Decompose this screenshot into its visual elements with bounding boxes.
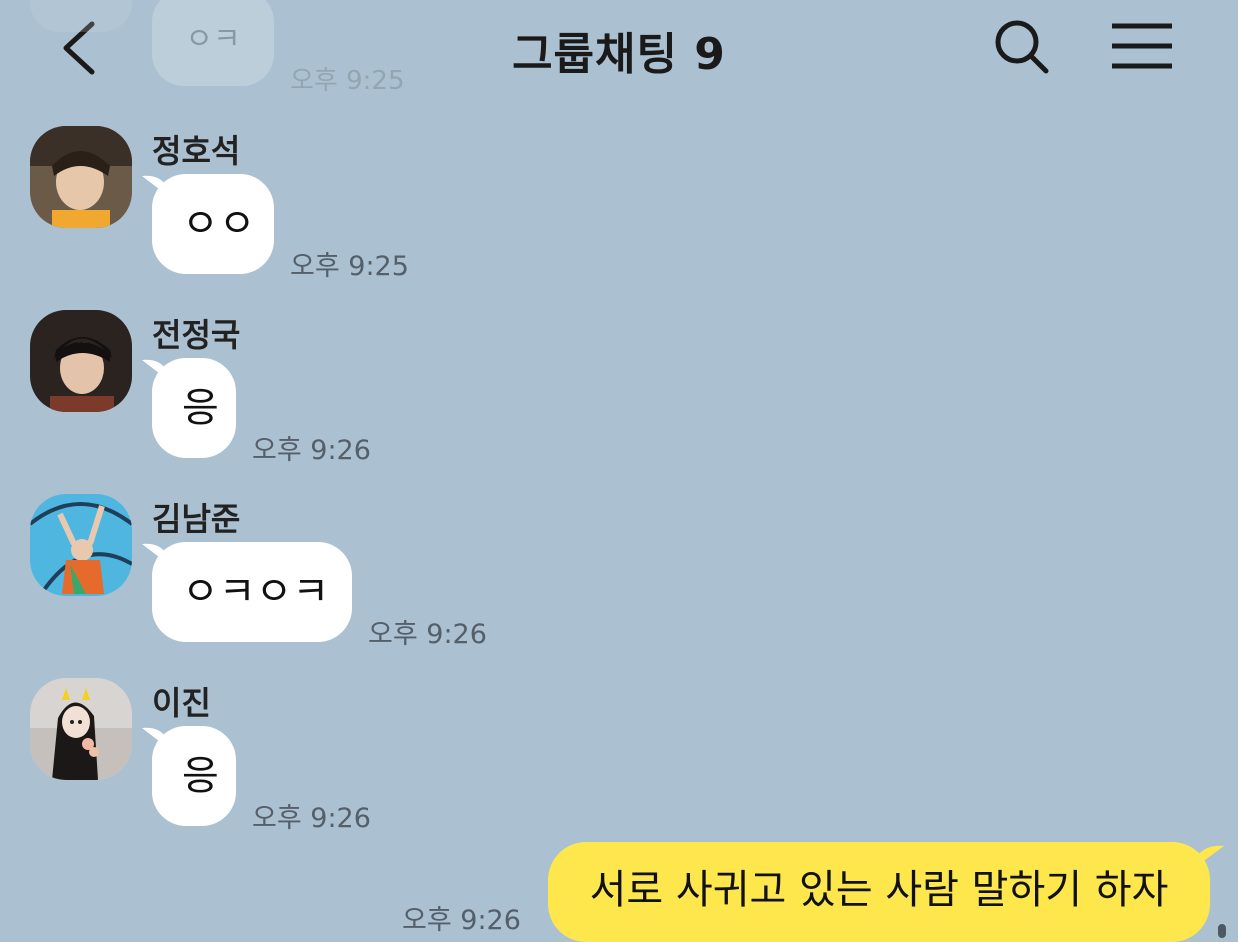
sender-name: 전정국: [152, 316, 241, 354]
avatar[interactable]: [30, 126, 132, 228]
bubble-tail: [142, 727, 168, 748]
bubble-tail: [142, 359, 168, 380]
bubble-tail: [142, 543, 168, 564]
profile-photo-icon: [30, 678, 132, 780]
message-text: ㅇㅇ: [182, 201, 256, 247]
message-text: 응: [182, 385, 219, 431]
scroll-indicator: [1218, 924, 1226, 938]
message-time: 오후 9:25: [290, 251, 409, 282]
avatar[interactable]: [30, 310, 132, 412]
message-bubble[interactable]: ㅇㅇ: [142, 174, 274, 274]
chat-header: 그룹채팅 9: [0, 0, 1238, 96]
my-message-time: 오후 9:26: [402, 905, 521, 936]
profile-photo-icon: [30, 494, 132, 596]
sender-name: 정호석: [152, 132, 241, 170]
message-bubble[interactable]: 응: [142, 726, 236, 826]
message-bubble[interactable]: 응: [142, 358, 236, 458]
profile-photo-icon: [30, 310, 132, 412]
message-time: 오후 9:26: [368, 619, 487, 650]
message-text: ㅇㅋㅇㅋ: [182, 569, 330, 615]
search-icon: [995, 20, 1049, 74]
my-message-bubble[interactable]: 서로 사귀고 있는 사람 말하기 하자: [548, 842, 1224, 942]
hamburger-menu-icon: [1112, 23, 1172, 69]
my-message-text: 서로 사귀고 있는 사람 말하기 하자: [589, 867, 1169, 913]
chat-title: 그룹채팅 9: [512, 29, 726, 80]
avatar[interactable]: [30, 678, 132, 780]
my-message-row: 오후 9:26 서로 사귀고 있는 사람 말하기 하자: [0, 842, 1238, 942]
message-text: 응: [182, 753, 219, 799]
bubble-tail: [1194, 845, 1224, 868]
menu-button[interactable]: [1110, 22, 1174, 72]
sender-name: 김남준: [152, 500, 241, 538]
profile-photo-icon: [30, 126, 132, 228]
message-bubble[interactable]: ㅇㅋㅇㅋ: [142, 542, 352, 642]
avatar[interactable]: [30, 494, 132, 596]
message-time: 오후 9:26: [252, 435, 371, 466]
message-time: 오후 9:26: [252, 803, 371, 834]
sender-name: 이진: [152, 684, 211, 722]
bubble-tail: [142, 175, 168, 196]
search-button[interactable]: [992, 18, 1052, 78]
